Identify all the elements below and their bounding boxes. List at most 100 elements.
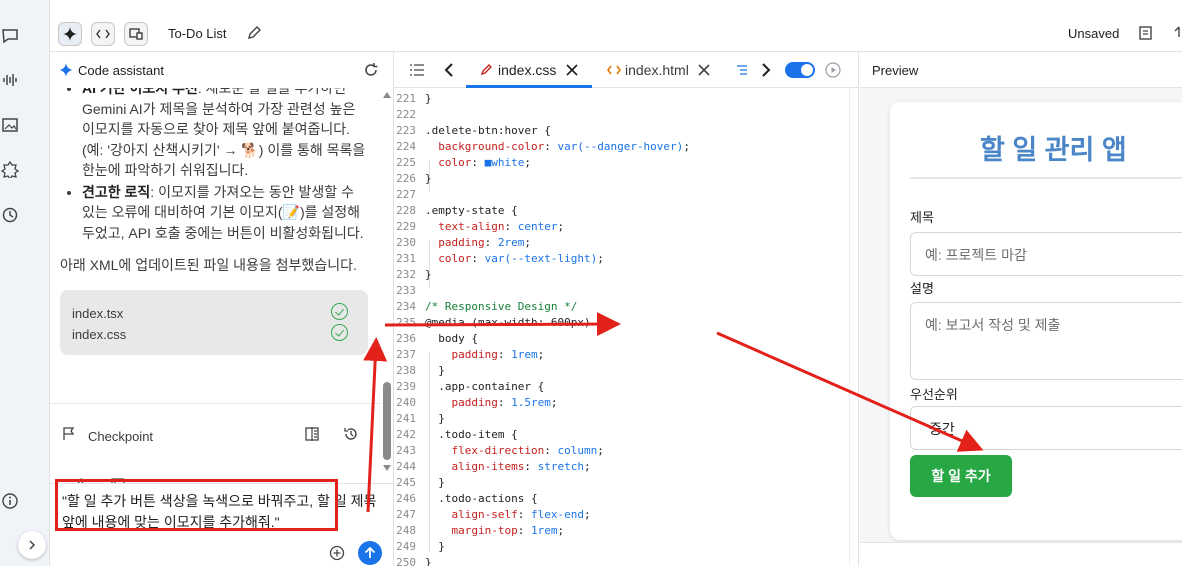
line-number: 227 <box>396 188 416 201</box>
outline-icon[interactable] <box>410 64 424 76</box>
title-input[interactable]: 예: 프로젝트 마감 <box>910 232 1182 276</box>
line-number: 230 <box>396 236 416 249</box>
line-number: 226 <box>396 172 416 185</box>
line-number: 241 <box>396 412 416 425</box>
code-line[interactable]: } <box>425 364 445 377</box>
list-item: AI 기반 이모지 추천: 새로운 할 일을 추가하면 Gemini AI가 제… <box>82 88 366 181</box>
assistant-title: Code assistant <box>78 63 164 78</box>
line-number: 249 <box>396 540 416 553</box>
line-number: 243 <box>396 444 416 457</box>
code-line[interactable]: .empty-state { <box>425 204 518 217</box>
preview-panel: Preview 할 일 관리 앱 제목 예: 프로젝트 마감 설명 예: 보고서… <box>860 52 1182 566</box>
line-number: 242 <box>396 428 416 441</box>
file-name[interactable]: index.css <box>72 325 126 346</box>
audio-wave-icon[interactable] <box>0 68 22 92</box>
restore-icon[interactable] <box>343 426 359 442</box>
code-line[interactable]: } <box>425 556 432 566</box>
autorun-toggle[interactable] <box>785 62 815 78</box>
share-icon[interactable] <box>1174 25 1182 46</box>
code-line[interactable]: text-align: center; <box>425 220 564 233</box>
code-line[interactable]: padding: 2rem; <box>425 236 531 249</box>
description-textarea[interactable]: 예: 보고서 작성 및 제출 <box>910 302 1182 380</box>
code-area[interactable]: 221} 222 223 .delete-btn:hover {224 backgro… <box>394 88 849 566</box>
refresh-icon[interactable] <box>363 62 379 78</box>
checkpoint-label: Checkpoint <box>88 429 154 444</box>
device-view-button[interactable] <box>124 22 148 46</box>
sparkle-icon <box>63 27 77 41</box>
line-number: 235 <box>396 316 416 329</box>
line-number: 250 <box>396 556 416 566</box>
play-icon[interactable] <box>825 62 841 78</box>
code-line[interactable]: .app-container { <box>425 380 544 393</box>
code-line[interactable]: } <box>425 540 445 553</box>
code-line[interactable]: /* Responsive Design */ <box>425 300 577 313</box>
gemini-button[interactable] <box>58 22 82 46</box>
code-line[interactable]: align-items: stretch; <box>425 460 591 473</box>
html-file-icon <box>607 65 621 75</box>
edit-title-icon[interactable] <box>246 25 262 46</box>
line-number: 236 <box>396 332 416 345</box>
history-icon[interactable] <box>0 203 22 227</box>
annotation-highlight-box <box>55 479 338 531</box>
file-name[interactable]: index.tsx <box>72 304 123 325</box>
editor-scrollbar[interactable] <box>849 88 859 566</box>
code-line[interactable]: } <box>425 268 432 281</box>
tab-index-html[interactable]: index.html <box>625 62 689 78</box>
code-line[interactable]: .todo-actions { <box>425 492 537 505</box>
bullet-text: : 새로운 할 일을 추가하면 Gemini AI가 제목을 분석하여 가장 관… <box>82 88 366 178</box>
code-view-button[interactable] <box>91 22 115 46</box>
bullet-title: AI 기반 이모지 추천 <box>82 88 198 96</box>
changed-files-box[interactable]: index.tsx index.css <box>60 290 368 355</box>
assistant-scrollbar[interactable] <box>380 88 394 483</box>
close-icon[interactable] <box>698 64 710 76</box>
code-line[interactable]: @media (max-width: 600px) { <box>425 316 604 329</box>
chevron-right-icon[interactable] <box>761 63 771 77</box>
save-icon[interactable] <box>1138 25 1154 46</box>
code-line[interactable]: } <box>425 172 432 185</box>
code-line[interactable]: .delete-btn:hover { <box>425 124 551 137</box>
code-line[interactable]: } <box>425 412 445 425</box>
puzzle-icon[interactable] <box>0 157 22 181</box>
preview-title: Preview <box>872 63 919 78</box>
line-number: 221 <box>396 92 416 105</box>
expand-rail-button[interactable] <box>18 531 46 559</box>
close-icon[interactable] <box>566 64 578 76</box>
code-icon <box>96 29 110 39</box>
code-line[interactable]: .todo-item { <box>425 428 517 441</box>
compare-icon[interactable] <box>304 426 320 442</box>
editor-tabs: index.css index.html <box>394 52 859 88</box>
file-tab-icon[interactable] <box>737 65 747 75</box>
chat-icon[interactable] <box>0 24 22 48</box>
divider <box>910 177 1182 179</box>
add-todo-button[interactable]: 할 일 추가 <box>910 455 1012 497</box>
line-number: 224 <box>396 140 416 153</box>
tab-index-css[interactable]: index.css <box>498 62 556 78</box>
assistant-messages: AI 기반 이모지 추천: 새로운 할 일을 추가하면 Gemini AI가 제… <box>50 88 380 483</box>
code-line[interactable]: color: var(--text-light); <box>425 252 604 265</box>
priority-select[interactable]: 중간 <box>910 406 1182 450</box>
code-line[interactable]: padding: 1rem; <box>425 348 545 361</box>
code-line[interactable]: align-self: flex-end; <box>425 508 591 521</box>
chevron-left-icon[interactable] <box>444 63 454 77</box>
info-icon[interactable] <box>0 489 22 513</box>
code-line[interactable]: background-color: var(--danger-hover); <box>425 140 690 153</box>
gemini-sparkle-icon <box>59 63 73 77</box>
code-line[interactable]: margin-top: 1rem; <box>425 524 565 537</box>
code-line[interactable]: flex-direction: column; <box>425 444 604 457</box>
line-number: 228 <box>396 204 416 217</box>
code-line[interactable]: body { <box>425 332 478 345</box>
line-number: 247 <box>396 508 416 521</box>
code-line[interactable]: } <box>425 92 432 105</box>
app-window: To-Do List Unsaved Code assistant AI 기반 … <box>0 0 1182 566</box>
code-line[interactable]: } <box>425 476 445 489</box>
code-line[interactable]: color: ■white; <box>425 156 531 169</box>
line-number: 237 <box>396 348 416 361</box>
css-file-icon <box>480 64 492 76</box>
scroll-thumb[interactable] <box>383 382 391 460</box>
scroll-down-icon[interactable] <box>383 465 391 471</box>
code-line[interactable]: padding: 1.5rem; <box>425 396 558 409</box>
send-button[interactable] <box>358 541 382 565</box>
add-attachment-icon[interactable] <box>329 545 345 561</box>
image-icon[interactable] <box>0 113 22 137</box>
scroll-up-icon[interactable] <box>383 92 391 98</box>
